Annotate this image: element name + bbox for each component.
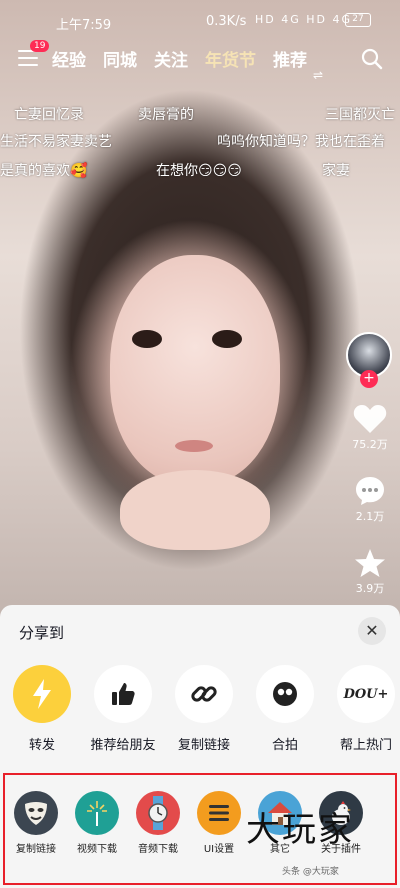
link-icon (175, 665, 233, 723)
danmaku-comment: 呜呜你知道吗？我也在歪着 (217, 134, 385, 150)
comment-button[interactable]: 2.1万 (348, 476, 392, 524)
tab-local[interactable]: 同城 (103, 46, 137, 71)
share-sheet-title: 分享到 (19, 624, 65, 642)
like-button[interactable]: 75.2万 (348, 404, 392, 452)
favorite-count: 3.9万 (355, 582, 385, 595)
search-icon[interactable] (361, 48, 383, 70)
video-subject-eye (212, 330, 242, 348)
recommend-to-friend-label: 推荐给朋友 (90, 738, 156, 753)
plugin-copy-link-label: 复制链接 (16, 844, 56, 855)
watermark-logo: 大玩家 (246, 810, 354, 850)
danmaku-comment: 三国都灭亡 (325, 107, 395, 123)
copy-link-button[interactable]: 复制链接 (168, 665, 240, 753)
plugin-copy-link-button[interactable]: 复制链接 (6, 791, 66, 855)
top-navigation: 19 经验 同城 关注 年货节 推荐 ⇌ (0, 40, 400, 82)
share-forward-label: 转发 (28, 738, 55, 753)
switch-icon[interactable]: ⇌ (313, 68, 323, 82)
status-bar: 上午7:59 0.3K/s HD 4G HD 4G 27 (0, 0, 400, 40)
heart-icon (353, 405, 387, 433)
danmaku-comment: 是真的喜欢🥰 (0, 163, 88, 179)
watermark-caption: 头条 @大玩家 (282, 867, 339, 877)
ui-settings-button[interactable]: UI设置 (189, 791, 249, 855)
status-time: 上午7:59 (56, 18, 112, 33)
close-icon: ✕ (365, 621, 379, 640)
star-icon (355, 549, 385, 577)
duet-button[interactable]: 合拍 (249, 665, 321, 753)
video-subject-hand (120, 470, 270, 550)
danmaku-comment: 在想你😏😏😏 (156, 163, 242, 179)
video-subject-lips (175, 440, 213, 452)
dou-plus-button[interactable]: DOU+ 帮上热门 (330, 665, 400, 753)
comment-count: 2.1万 (355, 510, 385, 523)
follow-plus-icon[interactable]: + (360, 370, 378, 388)
nav-tabs: 经验 同城 关注 年货节 推荐 (52, 46, 324, 71)
danmaku-comment: 卖唇膏的 (138, 107, 194, 123)
watch-icon (136, 791, 180, 835)
video-download-label: 视频下载 (77, 844, 117, 855)
audio-download-label: 音频下载 (138, 844, 178, 855)
tab-recommend[interactable]: 推荐 (273, 46, 307, 71)
menu-badge: 19 (30, 40, 50, 52)
menu-list-icon (197, 791, 241, 835)
status-net-speed: 0.3K/s (206, 14, 247, 29)
danmaku-comment: 亡妻回忆录 (14, 107, 84, 123)
battery-icon: 27 (345, 13, 371, 27)
thumbs-up-icon (94, 665, 152, 723)
duet-icon (256, 665, 314, 723)
ui-settings-label: UI设置 (203, 844, 235, 855)
dou-plus-icon: DOU+ (337, 665, 395, 723)
danmaku-comment: 生活不易家妻卖艺 (0, 134, 112, 150)
tab-following[interactable]: 关注 (154, 46, 188, 71)
lightning-icon (13, 665, 71, 723)
dou-plus-label: 帮上热门 (339, 738, 392, 753)
comment-icon (356, 477, 384, 505)
sparkle-icon (75, 791, 119, 835)
video-download-button[interactable]: 视频下载 (67, 791, 127, 855)
close-button[interactable]: ✕ (358, 617, 386, 645)
recommend-to-friend-button[interactable]: 推荐给朋友 (87, 665, 159, 753)
mask-icon (14, 791, 58, 835)
copy-link-label: 复制链接 (177, 738, 230, 753)
danmaku-comment: 家妻 (322, 163, 350, 179)
tab-new-year-festival[interactable]: 年货节 (205, 46, 256, 71)
audio-download-button[interactable]: 音频下载 (128, 791, 188, 855)
share-forward-button[interactable]: 转发 (6, 665, 78, 753)
tab-experience[interactable]: 经验 (52, 46, 86, 71)
duet-label: 合拍 (271, 738, 298, 753)
status-signal-icons: HD 4G HD 4G (255, 13, 353, 26)
menu-icon[interactable] (18, 50, 38, 66)
video-subject-eye (132, 330, 162, 348)
favorite-button[interactable]: 3.9万 (348, 548, 392, 596)
like-count: 75.2万 (352, 438, 388, 451)
